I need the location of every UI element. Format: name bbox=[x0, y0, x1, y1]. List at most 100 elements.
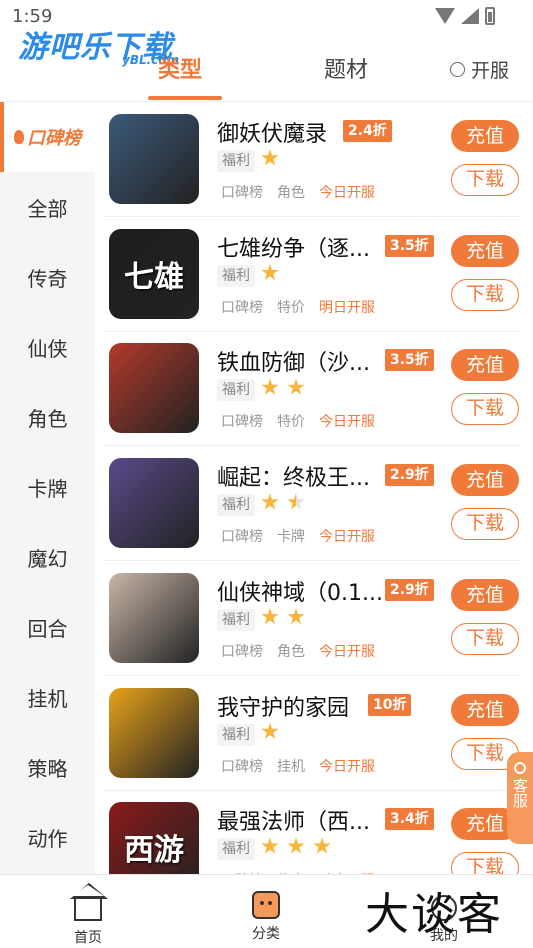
tab-subject[interactable]: 题材 bbox=[324, 52, 368, 84]
sidebar-item-turn-based[interactable]: 回合 bbox=[0, 592, 95, 662]
game-icon[interactable] bbox=[109, 572, 199, 663]
sidebar-item-label: 魔幻 bbox=[27, 546, 68, 571]
rating-stars bbox=[261, 837, 331, 855]
top-tabs: 类型 题材 开服 bbox=[0, 44, 533, 102]
server-open-status: 今日开服 bbox=[319, 758, 375, 775]
welfare-tag: 福利 bbox=[217, 608, 255, 631]
nav-category-label: 分类 bbox=[252, 926, 280, 942]
game-tag: 卡牌 bbox=[277, 529, 305, 546]
discount-badge: 2.4折 bbox=[343, 120, 392, 142]
game-row[interactable]: 御妖伏魔录 2.4折 福利 口碑榜 角色 今日开服 充值 下载 bbox=[103, 102, 520, 217]
rating-stars bbox=[261, 722, 279, 741]
sidebar-item-all[interactable]: 全部 bbox=[0, 172, 95, 242]
star-icon bbox=[261, 837, 279, 854]
download-button[interactable]: 下载 bbox=[451, 852, 519, 874]
nav-home[interactable]: 首页 bbox=[48, 885, 128, 947]
game-tags: 口碑榜 角色 今日开服 bbox=[221, 641, 375, 661]
game-tags: 口碑榜 特价 今日开服 bbox=[221, 411, 375, 431]
download-button[interactable]: 下载 bbox=[451, 508, 519, 541]
home-icon bbox=[74, 895, 102, 921]
game-row[interactable]: 铁血防御（沙... 3.5折 福利 口碑榜 特价 今日开服 充值 下载 bbox=[103, 331, 520, 447]
category-icon bbox=[252, 891, 280, 919]
game-name[interactable]: 铁血防御（沙... bbox=[217, 345, 387, 377]
server-open-status: 今日开服 bbox=[319, 185, 375, 201]
game-name[interactable]: 我守护的家园 bbox=[217, 690, 387, 722]
server-open-status: 明日开服 bbox=[319, 299, 375, 316]
star-icon bbox=[287, 837, 305, 854]
game-name[interactable]: 七雄纷争（逐... bbox=[217, 231, 387, 263]
rating-stars bbox=[261, 263, 279, 282]
game-tag: 口碑榜 bbox=[221, 529, 263, 546]
recharge-button[interactable]: 充值 bbox=[451, 464, 519, 497]
battery-icon bbox=[485, 7, 495, 25]
game-tag: 特价 bbox=[277, 299, 305, 316]
sidebar-item-idle[interactable]: 挂机 bbox=[0, 662, 95, 732]
download-button[interactable]: 下载 bbox=[451, 393, 519, 426]
recharge-button[interactable]: 充值 bbox=[451, 234, 519, 267]
sidebar-item-label: 全部 bbox=[27, 196, 68, 221]
game-name[interactable]: 最强法师（西... bbox=[217, 804, 387, 836]
game-icon[interactable]: 七雄 bbox=[109, 228, 199, 319]
star-icon bbox=[261, 722, 279, 739]
headset-icon bbox=[514, 762, 526, 774]
sidebar-item-reputation[interactable]: 口碑榜 bbox=[0, 102, 95, 172]
sidebar-item-label: 口碑榜 bbox=[27, 128, 81, 149]
recharge-button[interactable]: 充值 bbox=[451, 578, 519, 611]
nav-category[interactable]: 分类 bbox=[226, 885, 306, 943]
game-row[interactable]: 西游最强法师（西...3.4折福利口碑榜传奇动态开服充值下载 bbox=[103, 790, 520, 874]
half-star-icon bbox=[287, 493, 305, 510]
game-row[interactable]: 我守护的家园 10折 福利 口碑榜 挂机 今日开服 充值 下载 bbox=[103, 676, 520, 791]
game-tags: 口碑榜 卡牌 今日开服 bbox=[221, 526, 375, 546]
game-list: 御妖伏魔录 2.4折 福利 口碑榜 角色 今日开服 充值 下载 七雄 七雄纷争（逐... 3.5折福… bbox=[95, 102, 533, 874]
sidebar-item-label: 挂机 bbox=[27, 686, 68, 711]
game-icon[interactable] bbox=[109, 343, 199, 434]
game-row[interactable]: 七雄 七雄纷争（逐... 3.5折 福利 口碑榜 特价 明日开服 充值 下载 bbox=[103, 217, 520, 332]
game-tag: 口碑榜 bbox=[221, 414, 263, 431]
sidebar-item-role[interactable]: 角色 bbox=[0, 382, 95, 452]
download-button[interactable]: 下载 bbox=[451, 622, 519, 655]
sidebar-item-label: 角色 bbox=[27, 406, 68, 431]
game-row[interactable]: 仙侠神域（0.1... 2.9折 福利 口碑榜 角色 今日开服 充值 下载 bbox=[103, 561, 520, 676]
server-open-status: 今日开服 bbox=[319, 414, 375, 431]
sidebar-item-legend[interactable]: 传奇 bbox=[0, 242, 95, 312]
watermark-bottom: 大谈客 bbox=[365, 889, 503, 940]
game-name[interactable]: 仙侠神域（0.1... bbox=[217, 575, 387, 607]
game-tag: 角色 bbox=[277, 643, 305, 660]
sidebar-item-label: 仙侠 bbox=[27, 336, 68, 361]
game-row[interactable]: 崛起：终极王... 2.9折 福利 口碑榜 卡牌 今日开服 充值 下载 bbox=[103, 446, 520, 562]
game-tag: 口碑榜 bbox=[221, 758, 263, 775]
game-tag: 特价 bbox=[277, 414, 305, 431]
star-icon bbox=[287, 607, 305, 625]
game-icon[interactable] bbox=[109, 458, 199, 549]
rating-stars bbox=[261, 378, 305, 396]
star-icon bbox=[261, 149, 279, 166]
sidebar-item-xianxia[interactable]: 仙侠 bbox=[0, 312, 95, 382]
game-icon-text: 七雄 bbox=[124, 259, 184, 295]
sidebar-item-label: 卡牌 bbox=[27, 476, 68, 501]
sidebar-item-card[interactable]: 卡牌 bbox=[0, 452, 95, 522]
sidebar-item-fantasy[interactable]: 魔幻 bbox=[0, 522, 95, 592]
download-button[interactable]: 下载 bbox=[451, 164, 519, 196]
signal-icon bbox=[461, 8, 479, 24]
game-icon-text: 西游 bbox=[124, 833, 184, 869]
download-button[interactable]: 下载 bbox=[451, 278, 519, 311]
game-tags: 口碑榜 挂机 今日开服 bbox=[221, 756, 375, 776]
sidebar-item-action[interactable]: 动作 bbox=[0, 802, 95, 872]
game-tag: 角色 bbox=[277, 185, 305, 201]
tab-type[interactable]: 类型 bbox=[158, 52, 202, 84]
radio-icon bbox=[450, 62, 465, 77]
sidebar-item-strategy[interactable]: 策略 bbox=[0, 732, 95, 802]
sidebar-item-label: 策略 bbox=[27, 756, 68, 781]
customer-service-button[interactable]: 客服 bbox=[507, 752, 533, 844]
recharge-button[interactable]: 充值 bbox=[451, 349, 519, 382]
game-name[interactable]: 崛起：终极王... bbox=[217, 460, 387, 492]
game-tag: 口碑榜 bbox=[221, 299, 263, 316]
game-icon[interactable] bbox=[109, 687, 199, 778]
game-icon[interactable] bbox=[109, 114, 199, 204]
welfare-tag: 福利 bbox=[217, 379, 255, 402]
tab-server[interactable]: 开服 bbox=[450, 56, 509, 83]
recharge-button[interactable]: 充值 bbox=[451, 693, 519, 726]
status-icons bbox=[435, 7, 495, 25]
game-icon[interactable]: 西游 bbox=[109, 802, 199, 874]
recharge-button[interactable]: 充值 bbox=[451, 120, 519, 152]
